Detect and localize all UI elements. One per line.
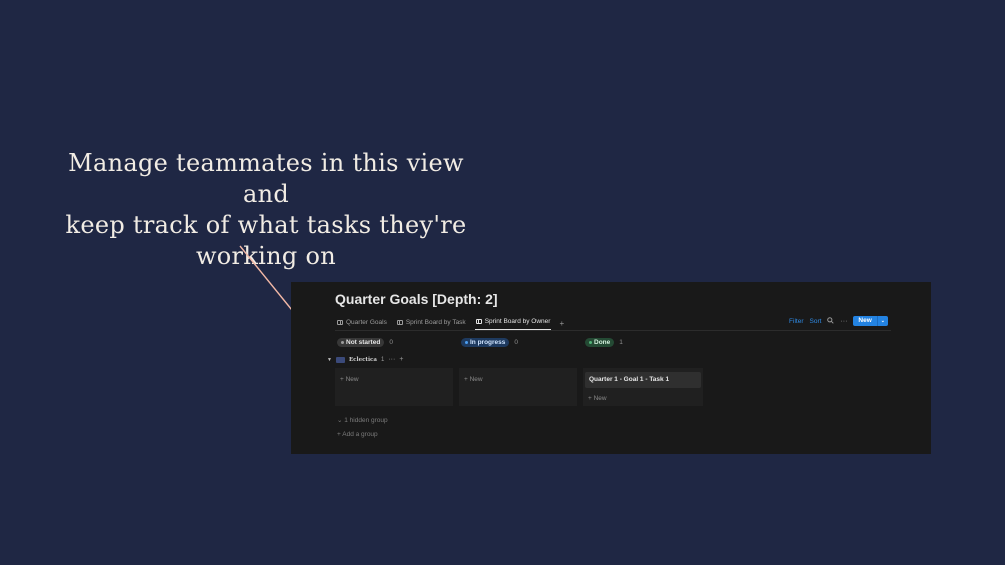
group-owner-name: Eclectica [348,356,377,363]
new-item-done[interactable]: + New [588,395,607,402]
status-dot [589,341,592,344]
tab-sprint-board-by-task[interactable]: Sprint Board by Task [396,317,467,330]
sort-button[interactable]: Sort [810,318,822,325]
status-label: Done [594,339,611,346]
column-header-in-progress: In progress 0 [461,338,518,347]
chevron-down-icon[interactable]: ⌄ [876,316,888,326]
page-title: Quarter Goals [Depth: 2] [335,291,498,307]
callout-text: Manage teammates in this view and keep t… [56,148,476,272]
column-cell-not-started [335,368,453,406]
status-badge: Not started [337,338,385,347]
column-count: 0 [514,339,519,346]
status-label: Not started [346,339,381,346]
search-icon[interactable] [827,316,835,326]
board-icon [396,319,403,325]
add-view-button[interactable]: + [559,319,564,328]
group-header-eclectica[interactable]: ▼ Eclectica 1 ··· + [327,356,403,363]
column-header-done: Done 1 [585,338,623,347]
group-more-icon[interactable]: ··· [388,356,395,363]
tab-label: Sprint Board by Task [405,318,466,326]
view-tabs: Quarter Goals Sprint Board by Task Sprin… [336,316,564,330]
task-card[interactable]: Quarter 1 - Goal 1 - Task 1 [585,372,701,388]
column-count: 1 [619,339,623,346]
new-item-not-started[interactable]: + New [340,376,359,383]
more-options-icon[interactable]: ··· [840,318,847,325]
avatar [335,356,345,363]
group-add-icon[interactable]: + [399,356,403,363]
status-dot [465,341,468,344]
status-dot [341,341,344,344]
hidden-group-toggle[interactable]: ⌄ 1 hidden group [337,416,388,424]
new-button[interactable]: New ⌄ [853,316,888,326]
add-group-button[interactable]: + Add a group [337,431,378,438]
board-icon [475,319,482,324]
new-item-in-progress[interactable]: + New [464,376,483,383]
column-cell-in-progress [459,368,577,406]
column-header-not-started: Not started 0 [337,338,393,347]
group-count: 1 [380,356,385,363]
table-icon [337,319,343,325]
status-label: In progress [470,339,506,346]
callout-line-1: Manage teammates in this view and [68,149,464,208]
toggle-caret-icon[interactable]: ▼ [327,357,332,363]
notion-board-window: Quarter Goals [Depth: 2] Quarter Goals S… [291,282,931,454]
tab-divider [335,329,891,331]
status-badge: In progress [461,338,510,347]
column-count: 0 [389,339,393,346]
filter-button[interactable]: Filter [789,318,803,325]
tab-quarter-goals[interactable]: Quarter Goals [336,317,388,330]
tab-label: Sprint Board by Owner [484,318,551,325]
callout-line-3: working on [195,242,337,270]
new-button-label[interactable]: New [853,316,876,326]
callout-line-2: keep track of what tasks they're [65,211,467,239]
toolbar: Filter Sort ··· New ⌄ [789,316,888,326]
tab-sprint-board-by-owner[interactable]: Sprint Board by Owner [474,316,552,330]
status-badge: Done [585,338,615,347]
tab-label: Quarter Goals [346,318,387,326]
